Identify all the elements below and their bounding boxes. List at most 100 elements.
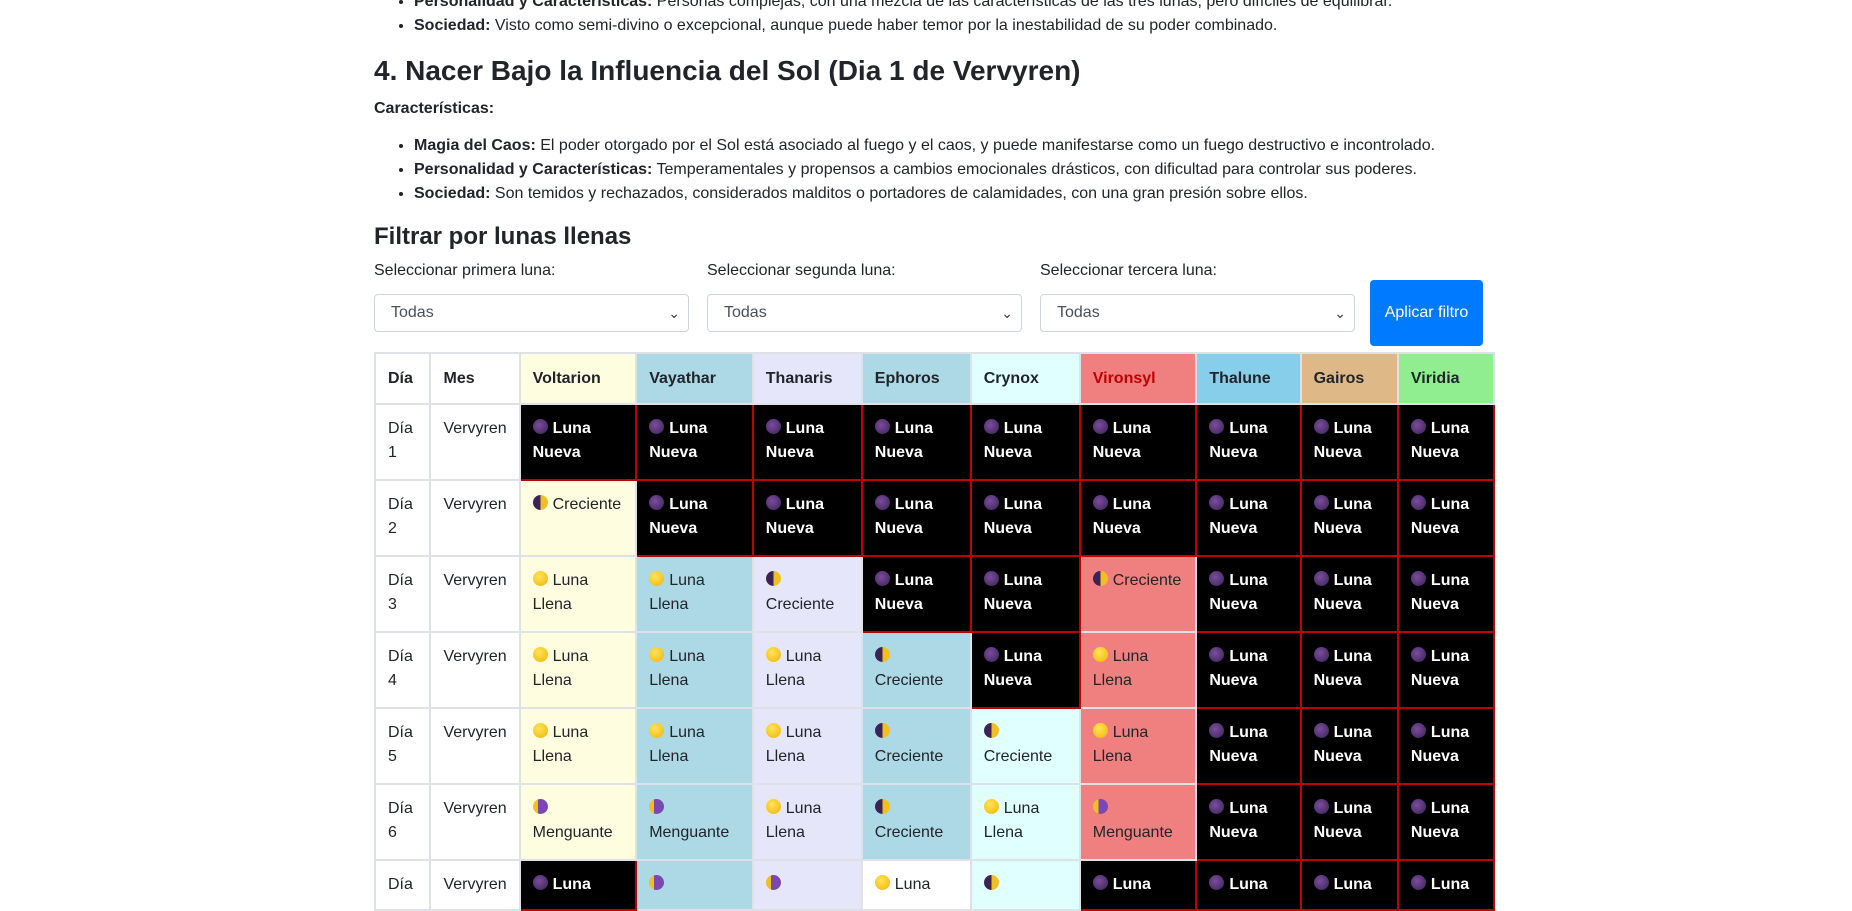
table-row: Día 2 Vervyren Creciente Luna Nueva Luna Nue… (373, 479, 1496, 557)
moon-phase-label: Luna (1430, 876, 1470, 893)
table-row: Día 3 Vervyren Luna Llena Luna Llena Crecien… (373, 555, 1496, 633)
moon-phase-cell: Luna Nueva (1396, 783, 1496, 861)
moon-phase-cell: Luna Llena (751, 707, 863, 785)
moon-phase-label: Luna (1229, 876, 1268, 893)
chevron-down-icon: ⌄ (1001, 305, 1013, 321)
month-cell: Vervyren (429, 479, 521, 557)
item-text: Personas complejas, con una mezcla de la… (652, 0, 1393, 10)
item-text: El poder otorgado por el Sol está asocia… (535, 137, 1436, 154)
month-cell: Vervyren (429, 783, 521, 861)
column-header-vayathar: Vayathar (635, 352, 754, 405)
month-cell: Vervyren (429, 859, 521, 911)
moon-phase-icon (983, 723, 999, 738)
moon-phase-icon (1092, 419, 1108, 434)
page-content: Personalidad y Características: Personas… (373, 0, 1496, 911)
moon-phase-label: Menguante (1092, 824, 1173, 841)
moon-phase-label: Menguante (532, 824, 613, 841)
moon-phase-icon (1092, 495, 1108, 510)
moon-phase-cell: Luna Nueva (969, 403, 1081, 481)
moon-phase-icon (649, 723, 665, 738)
moon-phase-cell: Luna Nueva (751, 479, 863, 557)
moon-phase-cell: Luna Nueva (635, 403, 754, 481)
moon-phase-icon (1313, 571, 1329, 586)
moon-phase-cell: Luna Nueva (1299, 631, 1399, 709)
moon-phase-icon (1209, 495, 1225, 510)
moon-phase-cell: Luna (1299, 859, 1399, 911)
column-header-mes: Mes (429, 352, 521, 405)
moon-phase-icon (649, 419, 665, 434)
moon-phase-cell: Creciente (518, 479, 638, 557)
moon-phase-icon (1410, 495, 1426, 510)
moon-phase-label: Luna (552, 876, 591, 893)
item-label: Personalidad y Características: (414, 0, 653, 10)
moon-phase-cell: Creciente (860, 783, 972, 861)
moon-phase-cell: Luna Nueva (1078, 403, 1198, 481)
moon-phase-icon (649, 495, 665, 510)
moon-phase-icon (1313, 647, 1329, 662)
moon-phase-cell: Luna Llena (1078, 631, 1198, 709)
moon-phase-icon (1209, 647, 1225, 662)
moon-phase-cell: Luna Nueva (1195, 783, 1302, 861)
moon-phase-icon (983, 647, 999, 662)
moon-phase-cell: Luna Nueva (860, 403, 972, 481)
chevron-down-icon: ⌄ (668, 305, 680, 321)
moon-phase-icon (1092, 723, 1108, 738)
second-moon-value: Todas (724, 304, 767, 321)
table-header-row: Día Mes Voltarion Vayathar Thanaris Ephoros Cr… (373, 352, 1496, 405)
day-cell: Día 6 (373, 783, 432, 861)
moon-phase-cell: Luna (1195, 859, 1302, 911)
month-cell: Vervyren (429, 631, 521, 709)
moon-phase-icon (532, 647, 548, 662)
moon-phase-label: Creciente (765, 596, 835, 613)
moon-phase-icon (1209, 571, 1225, 586)
second-moon-select[interactable]: Todas ⌄ (707, 294, 1022, 332)
moon-phase-cell: Luna Llena (751, 783, 863, 861)
third-moon-select[interactable]: Todas ⌄ (1040, 294, 1355, 332)
moon-phase-cell: Luna (1078, 859, 1198, 911)
day-cell: Día 4 (373, 631, 432, 709)
moon-phase-icon (1209, 875, 1225, 890)
moon-phase-icon (1410, 647, 1426, 662)
moon-phase-cell: Luna Nueva (1396, 631, 1496, 709)
moon-phase-icon (532, 571, 548, 586)
moon-phase-icon (1410, 419, 1426, 434)
month-cell: Vervyren (429, 555, 521, 633)
moon-phase-icon (532, 723, 548, 738)
moon-phase-cell: Luna Nueva (1195, 479, 1302, 557)
moon-phase-cell: Luna Nueva (1299, 783, 1399, 861)
column-header-gairos: Gairos (1299, 352, 1399, 405)
third-moon-value: Todas (1057, 304, 1100, 321)
column-header-crynox: Crynox (969, 352, 1081, 405)
moon-phase-cell (969, 859, 1081, 911)
moon-phase-cell: Luna Nueva (1195, 631, 1302, 709)
section-list: Magia del Caos: El poder otorgado por el… (414, 134, 1494, 206)
moon-phase-label: Luna (894, 876, 931, 893)
moon-phase-icon (1410, 799, 1426, 814)
first-moon-label: Seleccionar primera luna: (374, 262, 556, 279)
moon-phase-cell: Luna Nueva (1078, 479, 1198, 557)
second-moon-label: Seleccionar segunda luna: (707, 262, 896, 279)
moon-phase-icon (649, 571, 665, 586)
table-row: Día 4 Vervyren Luna Llena Luna Llena Luna Ll… (373, 631, 1496, 709)
caracteristicas-label: Características: (374, 100, 495, 117)
moon-phase-cell: Luna Llena (635, 555, 754, 633)
column-header-thanaris: Thanaris (751, 352, 863, 405)
moon-phase-cell: Luna (860, 859, 972, 911)
column-header-viridia: Viridia (1396, 352, 1496, 405)
moon-phase-icon (874, 723, 890, 738)
item-text: Temperamentales y propensos a cambios em… (652, 161, 1417, 178)
list-item: Magia del Caos: El poder otorgado por el… (414, 134, 1494, 158)
moon-phase-icon (1313, 419, 1329, 434)
apply-filter-button[interactable]: Aplicar filtro (1370, 280, 1483, 346)
moon-phase-icon (532, 875, 548, 890)
first-moon-value: Todas (391, 304, 434, 321)
day-cell: Día 3 (373, 555, 432, 633)
moon-phase-icon (1313, 799, 1329, 814)
moon-phase-cell: Luna Nueva (1195, 403, 1302, 481)
table-row: Día 5 Vervyren Luna Llena Luna Llena Luna Ll… (373, 707, 1496, 785)
moon-phase-icon (765, 723, 781, 738)
section-title: 4. Nacer Bajo la Influencia del Sol (Dia… (374, 55, 1081, 86)
first-moon-select[interactable]: Todas ⌄ (374, 294, 689, 332)
moon-phase-icon (1209, 723, 1225, 738)
column-header-día: Día (373, 352, 432, 405)
